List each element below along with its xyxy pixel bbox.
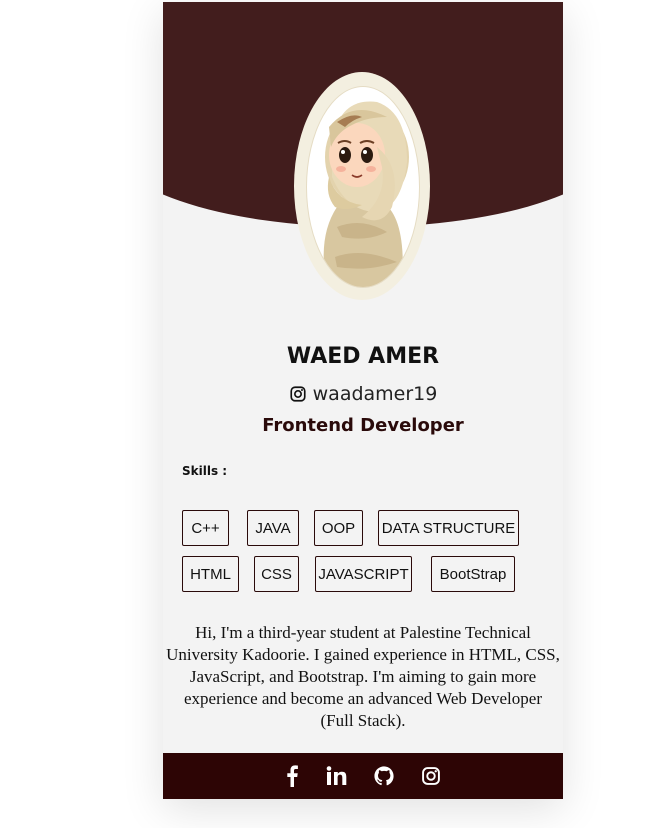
- skill-badge: JAVA: [247, 510, 299, 546]
- linkedin-icon[interactable]: [326, 766, 347, 786]
- skill-badge: BootStrap: [431, 556, 515, 592]
- github-icon[interactable]: [374, 766, 394, 786]
- avatar: [306, 86, 420, 288]
- social-footer: [163, 753, 563, 799]
- profile-role: Frontend Developer: [262, 415, 464, 436]
- avatar-frame: [294, 72, 430, 300]
- skill-badge: C++: [182, 510, 229, 546]
- avatar-illustration: [323, 101, 409, 287]
- profile-card: WAED AMER waadamer19 Frontend Developer …: [163, 2, 563, 799]
- skill-badge: DATA STRUCTURE: [378, 510, 519, 546]
- profile-bio: Hi, I'm a third-year student at Palestin…: [166, 623, 560, 730]
- skill-badge: CSS: [254, 556, 299, 592]
- skill-badge: JAVASCRIPT: [315, 556, 412, 592]
- skills-label: Skills :: [182, 464, 228, 478]
- facebook-icon[interactable]: [285, 765, 299, 787]
- handle-text: waadamer19: [312, 383, 438, 405]
- profile-name: WAED AMER: [286, 344, 440, 369]
- instagram-icon: [290, 386, 306, 402]
- instagram-icon[interactable]: [421, 766, 441, 786]
- instagram-handle[interactable]: waadamer19: [163, 383, 563, 405]
- skill-badge: HTML: [182, 556, 239, 592]
- skill-badge: OOP: [314, 510, 363, 546]
